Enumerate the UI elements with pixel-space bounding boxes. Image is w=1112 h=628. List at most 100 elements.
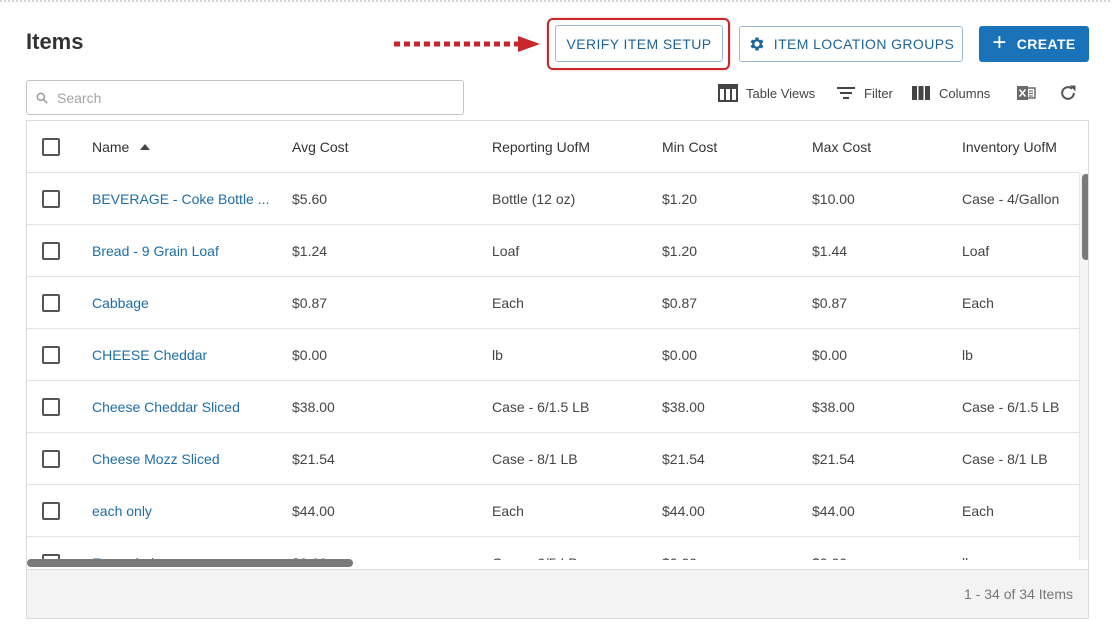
inventory-uofm-cell: Case - 8/1 LB <box>962 451 1048 467</box>
export-excel-button[interactable] <box>1016 82 1044 104</box>
filter-icon <box>837 87 855 99</box>
create-button[interactable]: + CREATE <box>979 26 1089 62</box>
row-select-cell <box>42 537 60 560</box>
vertical-scrollbar[interactable] <box>1079 173 1088 560</box>
row-checkbox[interactable] <box>42 502 60 520</box>
red-arrow-annotation <box>394 36 540 52</box>
select-all-checkbox[interactable] <box>42 138 60 156</box>
table-views-label: Table Views <box>746 85 816 101</box>
table-row: Egg salad $0.00 Case - 6/5 LB $0.00 $0.0… <box>27 537 1079 560</box>
row-select-cell <box>42 381 60 433</box>
row-select-cell <box>42 329 60 381</box>
item-name-link[interactable]: Egg salad <box>92 537 154 560</box>
row-checkbox[interactable] <box>42 346 60 364</box>
horizontal-scrollbar[interactable] <box>27 558 1079 568</box>
sort-ascending-icon <box>140 144 151 150</box>
reporting-uofm-cell: Case - 8/1 LB <box>492 451 578 467</box>
search-icon <box>36 92 48 104</box>
pager-info: 1 - 34 of 34 Items <box>964 586 1073 602</box>
inventory-uofm-cell: lb <box>962 537 973 560</box>
inventory-uofm-cell: Case - 4/Gallon <box>962 191 1060 207</box>
item-name-link[interactable]: Cheese Mozz Sliced <box>92 433 220 485</box>
table-row: Bread - 9 Grain Loaf $1.24 Loaf $1.20 $1… <box>27 225 1079 277</box>
item-name-link[interactable]: BEVERAGE - Coke Bottle ... <box>92 173 269 225</box>
row-select-cell <box>42 485 60 537</box>
avg-cost-cell: $38.00 <box>292 399 335 415</box>
column-header-inventory-uofm[interactable]: Inventory UofM <box>962 121 1057 173</box>
max-cost-cell: $44.00 <box>812 503 855 519</box>
item-location-groups-button[interactable]: ITEM LOCATION GROUPS <box>739 26 963 62</box>
item-name-link[interactable]: Cheese Cheddar Sliced <box>92 381 240 433</box>
column-header-reporting-uofm[interactable]: Reporting UofM <box>492 121 590 173</box>
item-name-link[interactable]: CHEESE Cheddar <box>92 329 207 381</box>
avg-cost-cell: $0.87 <box>292 295 328 311</box>
reporting-uofm-cell: Case - 6/5 LB <box>492 537 578 560</box>
column-header-name[interactable]: Name <box>92 121 151 173</box>
min-cost-cell: $0.00 <box>662 537 697 560</box>
table-row: CHEESE Cheddar $0.00 lb $0.00 $0.00 lb <box>27 329 1079 381</box>
item-location-groups-label: ITEM LOCATION GROUPS <box>773 36 955 52</box>
reporting-uofm-cell: Bottle (12 oz) <box>492 191 576 207</box>
column-header-max-cost[interactable]: Max Cost <box>812 121 871 173</box>
select-all-cell <box>42 121 60 173</box>
table-row: Cheese Mozz Sliced $21.54 Case - 8/1 LB … <box>27 433 1079 485</box>
filter-button[interactable]: Filter <box>836 82 893 104</box>
table-row: Cabbage $0.87 Each $0.87 $0.87 Each <box>27 277 1079 329</box>
grid-footer: 1 - 34 of 34 Items <box>27 569 1088 618</box>
reporting-uofm-cell: Each <box>492 503 524 519</box>
reporting-uofm-cell: lb <box>492 347 503 363</box>
row-select-cell <box>42 173 60 225</box>
filter-label: Filter <box>864 85 893 101</box>
inventory-uofm-cell: lb <box>962 347 973 363</box>
columns-label: Columns <box>939 85 991 101</box>
verify-item-setup-button[interactable]: VERIFY ITEM SETUP <box>555 25 723 62</box>
table-row: Cheese Cheddar Sliced $38.00 Case - 6/1.… <box>27 381 1079 433</box>
plus-icon: + <box>992 29 1007 56</box>
min-cost-cell: $38.00 <box>662 399 705 415</box>
items-grid: Name Avg Cost Reporting UofM Min Cost Ma… <box>26 120 1089 619</box>
vertical-scroll-thumb[interactable] <box>1082 174 1088 260</box>
row-checkbox[interactable] <box>42 450 60 468</box>
row-checkbox[interactable] <box>42 190 60 208</box>
reporting-uofm-cell: Each <box>492 295 524 311</box>
excel-icon <box>1017 86 1036 100</box>
row-checkbox[interactable] <box>42 294 60 312</box>
item-name-link[interactable]: each only <box>92 485 152 537</box>
grid-body: BEVERAGE - Coke Bottle ... $5.60 Bottle … <box>27 173 1079 560</box>
row-select-cell <box>42 225 60 277</box>
max-cost-cell: $10.00 <box>812 191 855 207</box>
table-row: BEVERAGE - Coke Bottle ... $5.60 Bottle … <box>27 173 1079 225</box>
avg-cost-cell: $1.24 <box>292 243 328 259</box>
top-divider <box>0 0 1112 2</box>
columns-button[interactable]: Columns <box>911 82 990 104</box>
item-name-link[interactable]: Cabbage <box>92 277 149 329</box>
search-field[interactable] <box>26 80 464 115</box>
table-views-button[interactable]: Table Views <box>718 82 815 104</box>
min-cost-cell: $0.87 <box>662 295 698 311</box>
reporting-uofm-cell: Case - 6/1.5 LB <box>492 399 590 415</box>
refresh-icon <box>1061 85 1076 100</box>
table-views-icon <box>718 84 738 102</box>
inventory-uofm-cell: Loaf <box>962 243 990 259</box>
max-cost-cell: $0.87 <box>812 295 848 311</box>
columns-icon <box>912 86 930 100</box>
min-cost-cell: $1.20 <box>662 191 698 207</box>
inventory-uofm-cell: Each <box>962 503 994 519</box>
horizontal-scroll-thumb[interactable] <box>27 559 353 567</box>
item-name-link[interactable]: Bread - 9 Grain Loaf <box>92 225 219 277</box>
row-select-cell <box>42 433 60 485</box>
search-input[interactable] <box>57 89 437 106</box>
min-cost-cell: $0.00 <box>662 347 698 363</box>
column-header-avg-cost[interactable]: Avg Cost <box>292 121 349 173</box>
avg-cost-cell: $0.00 <box>292 537 327 560</box>
row-checkbox[interactable] <box>42 242 60 260</box>
avg-cost-cell: $21.54 <box>292 451 335 467</box>
min-cost-cell: $44.00 <box>662 503 705 519</box>
create-label: CREATE <box>1016 36 1076 52</box>
column-header-min-cost[interactable]: Min Cost <box>662 121 717 173</box>
row-select-cell <box>42 277 60 329</box>
column-header-label: Name <box>92 139 130 155</box>
row-checkbox[interactable] <box>42 398 60 416</box>
refresh-button[interactable] <box>1058 82 1086 104</box>
gear-icon <box>750 37 764 51</box>
